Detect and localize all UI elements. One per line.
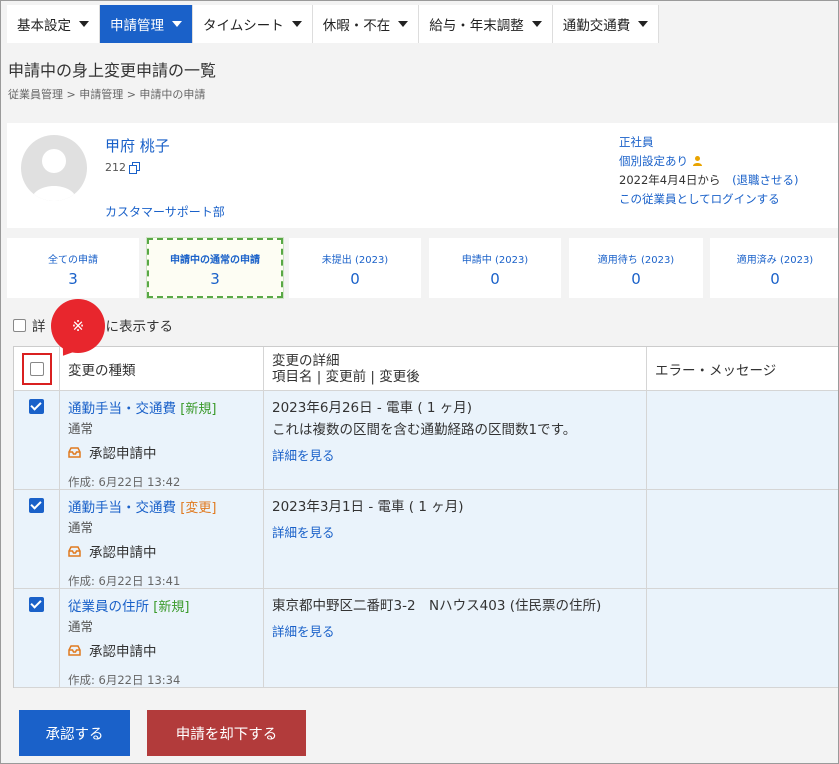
chevron-down-icon [172, 21, 182, 27]
select-all-checkbox[interactable] [29, 361, 44, 376]
reject-button[interactable]: 申請を却下する [147, 710, 306, 756]
login-as-employee-link[interactable]: この従業員としてログインする [619, 190, 799, 209]
top-nav: 基本設定 申請管理 タイムシート 休暇・不在 給与・年末調整 通勤交通費 [7, 5, 660, 43]
breadcrumb: 従業員管理 > 申請管理 > 申請中の申請 [8, 88, 206, 101]
request-type-link[interactable]: 従業員の住所 [68, 599, 149, 615]
table-header: 変更の種類 変更の詳細 項目名 | 変更前 | 変更後 エラー・メッセージ [14, 347, 838, 391]
new-tag: [新規] [180, 402, 217, 417]
annotation-callout: ※ [51, 299, 105, 353]
row-checkbox[interactable] [29, 399, 44, 414]
avatar [21, 135, 87, 201]
retire-link[interactable]: (退職させる) [732, 173, 798, 187]
copy-icon[interactable] [129, 161, 141, 174]
header-error: エラー・メッセージ [655, 362, 777, 379]
employee-card: 甲府 桃子 212 カスタマーサポート部 正社員 個別設定あり 2022年4月4… [7, 123, 838, 228]
tab-awaiting-apply[interactable]: 適用待ち (2023) 0 [569, 238, 703, 298]
page-title: 申請中の身上変更申請の一覧 [8, 61, 217, 80]
app-frame: 基本設定 申請管理 タイムシート 休暇・不在 給与・年末調整 通勤交通費 申請中… [0, 0, 839, 764]
chevron-down-icon [531, 21, 542, 27]
tab-all-requests[interactable]: 全ての申請 3 [7, 238, 139, 298]
header-detail: 変更の詳細 項目名 | 変更前 | 変更後 [264, 347, 647, 390]
approve-button[interactable]: 承認する [19, 710, 130, 756]
employee-id: 212 [105, 161, 141, 174]
row-checkbox[interactable] [29, 597, 44, 612]
table-row: 通勤手当・交通費 [新規] 通常 承認申請中 作成: 6月22日 13:42 2… [14, 391, 838, 490]
chevron-down-icon [398, 21, 409, 27]
employee-meta: 正社員 個別設定あり 2022年4月4日から (退職させる) この従業員としてロ… [619, 133, 799, 209]
error-cell [647, 391, 838, 489]
inbox-icon [68, 545, 81, 557]
requests-table: 変更の種類 変更の詳細 項目名 | 変更前 | 変更後 エラー・メッセージ 通勤… [13, 346, 838, 688]
nav-basic-settings[interactable]: 基本設定 [7, 5, 100, 43]
view-details-link[interactable]: 詳細を見る [272, 445, 638, 464]
personal-setting-row: 個別設定あり [619, 152, 799, 171]
select-all-highlight [21, 352, 52, 385]
nav-commute[interactable]: 通勤交通費 [553, 5, 660, 43]
employment-type[interactable]: 正社員 [619, 133, 799, 152]
table-row: 従業員の住所 [新規] 通常 承認申請中 作成: 6月22日 13:34 東京都… [14, 589, 838, 688]
inbox-icon [68, 644, 81, 656]
table-row: 通勤手当・交通費 [変更] 通常 承認申請中 作成: 6月22日 13:41 2… [14, 490, 838, 589]
nav-payroll[interactable]: 給与・年末調整 [419, 5, 553, 43]
tab-applied[interactable]: 適用済み (2023) 0 [710, 238, 838, 298]
chevron-down-icon [291, 21, 302, 27]
show-details-checkbox[interactable] [13, 318, 26, 332]
view-details-link[interactable]: 詳細を見る [272, 621, 638, 640]
nav-leave[interactable]: 休暇・不在 [313, 5, 420, 43]
tab-pending[interactable]: 申請中 (2023) 0 [429, 238, 561, 298]
request-type-link[interactable]: 通勤手当・交通費 [68, 401, 176, 417]
personal-setting-link[interactable]: 個別設定あり [619, 154, 688, 168]
employee-name[interactable]: 甲府 桃子 [105, 135, 170, 156]
row-checkbox[interactable] [29, 498, 44, 513]
inbox-icon [68, 446, 81, 458]
nav-request-management[interactable]: 申請管理 [100, 5, 193, 43]
view-details-link[interactable]: 詳細を見る [272, 522, 638, 541]
user-silhouette-icon [31, 149, 77, 201]
error-cell [647, 490, 838, 588]
start-date-row: 2022年4月4日から (退職させる) [619, 171, 799, 190]
nav-timesheet[interactable]: タイムシート [193, 5, 313, 43]
chevron-down-icon [79, 21, 89, 27]
header-type: 変更の種類 [60, 347, 264, 390]
request-type-link[interactable]: 通勤手当・交通費 [68, 500, 176, 516]
error-cell [647, 589, 838, 687]
person-icon [692, 156, 702, 166]
new-tag: [新規] [153, 600, 190, 615]
start-date: 2022年4月4日から [619, 173, 721, 187]
change-tag: [変更] [180, 501, 217, 516]
tab-unsubmitted[interactable]: 未提出 (2023) 0 [289, 238, 421, 298]
chevron-down-icon [638, 21, 649, 27]
tab-pending-normal[interactable]: 申請中の通常の申請 3 [147, 238, 283, 298]
employee-department[interactable]: カスタマーサポート部 [105, 203, 225, 220]
